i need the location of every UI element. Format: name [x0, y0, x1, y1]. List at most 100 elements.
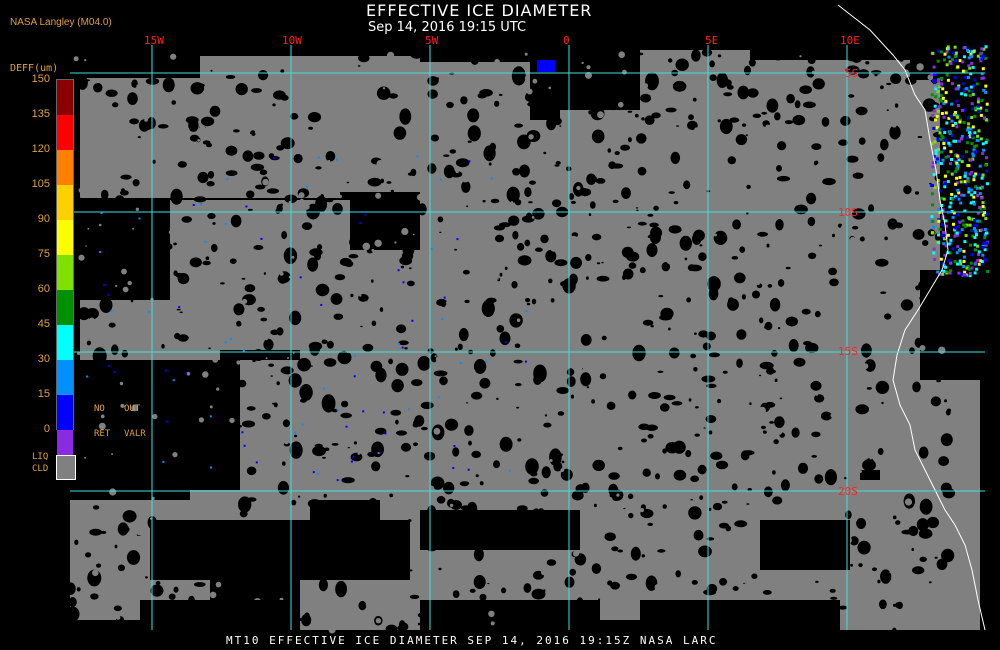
legend-tick: 30: [37, 353, 50, 365]
ice-pixel: [947, 242, 951, 246]
ice-pixel: [437, 396, 440, 399]
ice-pixel: [969, 85, 973, 89]
ice-pixel: [984, 163, 988, 167]
ice-pixel: [973, 106, 977, 110]
ice-pixel: [209, 415, 212, 418]
ice-pixel: [981, 246, 985, 249]
ice-pixel: [350, 460, 353, 463]
ice-pixel: [973, 131, 977, 135]
ice-pixel: [103, 283, 105, 286]
ice-pixel: [961, 69, 965, 73]
ice-pixel: [962, 249, 966, 253]
ice-pixel: [956, 224, 960, 228]
ice-pixel: [951, 197, 955, 201]
ice-pixel: [335, 158, 338, 161]
ice-pixel: [968, 217, 972, 221]
ice-pixel: [930, 215, 934, 219]
ice-pixel: [981, 253, 985, 257]
ice-pixel: [962, 46, 966, 50]
ice-pixel: [972, 178, 976, 182]
ice-pixel: [944, 174, 947, 178]
clear-sky-band: [140, 600, 300, 628]
clear-sky-band: [640, 600, 840, 630]
ice-pixel: [936, 90, 940, 94]
lon-label-5e: 5E: [705, 34, 719, 47]
ice-pixel: [525, 310, 528, 312]
color-bar-segment: [57, 185, 73, 220]
ice-pixel: [977, 110, 980, 114]
ice-pixel: [939, 137, 943, 141]
ice-pixel: [942, 197, 946, 201]
ice-pixel: [939, 99, 943, 103]
ice-pixel: [962, 121, 966, 124]
ice-pixel: [113, 371, 116, 374]
ice-pixel: [958, 230, 962, 234]
ice-pixel: [411, 319, 414, 322]
ice-pixel: [961, 219, 965, 223]
ice-pixel: [954, 182, 958, 186]
ice-pixel: [977, 129, 981, 133]
ice-pixel: [949, 269, 953, 273]
ice-pixel: [951, 247, 955, 251]
ice-pixel: [973, 145, 977, 149]
ice-pixel: [953, 45, 957, 49]
ice-pixel: [943, 182, 947, 186]
ice-pixel: [416, 155, 419, 158]
ice-pixel: [490, 177, 493, 180]
producer-label: NASA Langley (M04.0): [10, 17, 112, 28]
ice-pixel: [932, 251, 936, 255]
ice-pixel: [165, 420, 168, 423]
ice-pixel: [931, 219, 935, 223]
ice-pixel: [946, 180, 950, 183]
ice-pixel: [942, 142, 946, 145]
ice-pixel: [953, 55, 957, 59]
ice-pixel: [973, 114, 977, 118]
ice-pixel: [936, 109, 940, 113]
ice-pixel: [977, 104, 980, 108]
ice-pixel: [962, 255, 966, 259]
ice-pixel: [978, 192, 982, 195]
ice-pixel: [932, 79, 936, 83]
ice-pixel: [977, 250, 981, 254]
ice-pixel: [962, 260, 966, 263]
lon-label-15w: 15W: [144, 34, 164, 47]
ice-pixel: [965, 150, 968, 154]
legend-tick: 75: [37, 248, 50, 260]
ice-pixel: [224, 222, 227, 225]
ice-pixel: [940, 223, 944, 227]
ice-pixel: [981, 173, 985, 177]
ice-pixel: [930, 183, 934, 187]
ice-pixel: [937, 207, 941, 211]
ice-pixel: [977, 253, 980, 256]
ice-pixel: [954, 170, 958, 174]
ice-pixel: [937, 233, 940, 237]
ice-pixel: [962, 193, 966, 197]
ice-pixel: [948, 205, 952, 209]
ice-pixel: [951, 58, 954, 62]
ice-pixel: [943, 185, 947, 189]
ice-pixel: [954, 51, 958, 55]
ice-pixel: [940, 134, 944, 138]
ice-pixel: [942, 269, 946, 273]
ice-pixel: [164, 369, 167, 372]
ice-pixel: [979, 259, 983, 263]
ice-pixel: [951, 51, 955, 55]
ice-pixel: [936, 137, 940, 141]
ice-pixel: [336, 408, 339, 411]
ice-pixel: [939, 162, 943, 165]
ice-pixel: [954, 196, 958, 200]
ice-pixel: [938, 227, 942, 231]
legend-tick: 45: [37, 318, 50, 330]
ice-pixel: [939, 94, 943, 97]
ice-pixel: [931, 165, 935, 169]
ice-pixel: [982, 257, 986, 261]
ice-pixel: [299, 276, 302, 279]
ice-pixel: [364, 213, 367, 216]
ice-pixel: [985, 169, 989, 173]
color-bar-segment: [57, 115, 73, 150]
ice-pixel: [958, 259, 962, 263]
ice-pixel: [939, 50, 943, 54]
ice-pixel: [944, 155, 948, 159]
ice-pixel: [967, 164, 971, 168]
ice-pixel: [963, 180, 967, 184]
